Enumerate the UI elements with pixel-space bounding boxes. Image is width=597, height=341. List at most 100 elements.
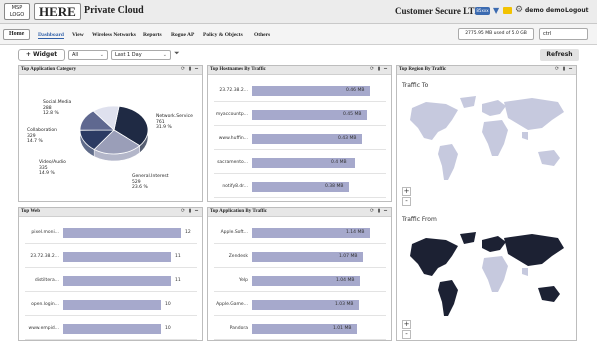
bar-value: 1.04 MB: [336, 278, 355, 283]
bar[interactable]: [63, 252, 171, 262]
bar-label: 23.72.38.2...: [30, 254, 59, 259]
logout-link[interactable]: Logout: [565, 7, 589, 14]
funnel-icon[interactable]: ⏷: [174, 49, 180, 58]
top-header: MSP LOGO HERE Private Cloud Customer Sec…: [0, 0, 597, 24]
panel-controls[interactable]: ⟳ ▮ ━: [370, 208, 388, 214]
bar[interactable]: [63, 324, 161, 334]
bar-row[interactable]: sacramento... 0.4 MB: [208, 158, 391, 168]
tab-dashboard[interactable]: Dashboard: [38, 32, 64, 39]
bar-label: sacramento...: [217, 160, 248, 165]
bar-value: 0.45 MB: [343, 112, 362, 117]
bar-label: Zendesk: [228, 254, 248, 259]
bar-value: 11: [175, 254, 181, 259]
hostnames-panel: Top Hostnames By Traffic ⟳ ▮ ━ 23.72.38.…: [207, 65, 392, 202]
pie-label-general-interest: General.Interest 529 23.6 %: [132, 174, 169, 190]
region-panel: Top Region By Traffic ⟳ ▮ ━ Traffic To +…: [396, 65, 577, 341]
panel-title: Top Application By Traffic: [210, 209, 268, 214]
pie-label-network-service: Network.Service 761 31.9 %: [156, 114, 193, 130]
panel-controls[interactable]: ⟳ ▮ ━: [370, 66, 388, 72]
panel-header: Top Web ⟳ ▮ ━: [19, 208, 202, 217]
row-separator: [25, 315, 197, 316]
bar-label: Yelp: [238, 278, 248, 283]
panel-controls[interactable]: ⟳ ▮ ━: [181, 66, 199, 72]
bar-value: 1.07 MB: [339, 254, 358, 259]
bar-row[interactable]: Zendesk 1.07 MB: [208, 252, 391, 262]
row-separator: [214, 125, 386, 126]
bar-value: 0.46 MB: [346, 88, 365, 93]
add-widget-button[interactable]: + Widget: [18, 49, 65, 61]
row-separator: [214, 291, 386, 292]
filter-select-value: All: [72, 52, 79, 58]
tab-rogue-ap[interactable]: Rogue AP: [171, 32, 194, 38]
row-separator: [214, 315, 386, 316]
panel-title: Top Web: [21, 209, 41, 214]
bar-value: 0.43 MB: [338, 136, 357, 141]
alert-badge[interactable]: 85xxx: [475, 7, 490, 15]
tab-policy-objects[interactable]: Policy & Objects: [203, 32, 243, 38]
gear-icon[interactable]: ⚙: [515, 5, 523, 15]
pie-label-social-media: Social.Media 288 12.8 %: [43, 100, 72, 116]
traffic-from-title: Traffic From: [402, 216, 437, 223]
bar-value: 11: [175, 278, 181, 283]
map-to-zoom-in[interactable]: +: [402, 187, 411, 196]
tab-others[interactable]: Others: [254, 32, 270, 38]
pie-label-collaboration: Collaboration 329 14.7 %: [27, 128, 57, 144]
bar-row[interactable]: Pandora 1.01 MB: [208, 324, 391, 334]
map-from-zoom-in[interactable]: +: [402, 320, 411, 329]
tab-wireless-networks[interactable]: Wireless Networks: [92, 32, 136, 38]
panel-title: Top Region By Traffic: [399, 67, 447, 72]
tab-view[interactable]: View: [72, 32, 84, 38]
refresh-button[interactable]: Refresh: [540, 49, 579, 61]
filter-icon[interactable]: ▼: [493, 6, 499, 15]
traffic-from-map[interactable]: [402, 230, 574, 320]
bar-row[interactable]: 23.72.38.2... 0.46 MB: [208, 86, 391, 96]
user-menu[interactable]: demo demo: [525, 7, 565, 14]
row-separator: [214, 243, 386, 244]
bar-label: notify8.dr...: [222, 184, 248, 189]
nav-bar: Home Dashboard View Wireless Networks Re…: [0, 24, 597, 45]
row-separator: [25, 267, 197, 268]
bar-row[interactable]: myaccountp... 0.45 MB: [208, 110, 391, 120]
home-button[interactable]: Home: [3, 29, 31, 40]
bar[interactable]: [63, 228, 181, 238]
tab-reports[interactable]: Reports: [143, 32, 162, 38]
bar-label: distiltera...: [34, 278, 59, 283]
storage-quota: 2775.95 MB used of 5.0 GB: [458, 28, 534, 40]
bar-row[interactable]: Apple.Game... 1.03 MB: [208, 300, 391, 310]
panel-header: Top Application By Traffic ⟳ ▮ ━: [208, 208, 391, 217]
bar-row[interactable]: distiltera... 11: [19, 276, 202, 286]
panel-controls[interactable]: ⟳ ▮ ━: [181, 208, 199, 214]
time-range-select[interactable]: Last 1 Day ⌄: [111, 50, 171, 60]
app-traffic-panel: Top Application By Traffic ⟳ ▮ ━ Apple.S…: [207, 207, 392, 341]
app-title: Private Cloud: [84, 5, 144, 16]
bar-row[interactable]: Yelp 1.04 MB: [208, 276, 391, 286]
bar-row[interactable]: Apple.Soft... 1.14 MB: [208, 228, 391, 238]
map-to-zoom-out[interactable]: -: [402, 197, 411, 206]
bar-row[interactable]: pixel.moni... 12: [19, 228, 202, 238]
bar-value: 0.4 MB: [331, 160, 347, 165]
panel-controls[interactable]: ⟳ ▮ ━: [555, 66, 573, 72]
bar-row[interactable]: 23.72.38.2... 11: [19, 252, 202, 262]
map-from-zoom-out[interactable]: -: [402, 330, 411, 339]
bar[interactable]: [63, 276, 171, 286]
bar-row[interactable]: www.empid... 10: [19, 324, 202, 334]
bar-value: 10: [165, 326, 171, 331]
traffic-to-title: Traffic To: [402, 82, 429, 89]
bar[interactable]: [63, 300, 161, 310]
traffic-to-map[interactable]: [402, 94, 574, 184]
filter-select[interactable]: All ⌄: [68, 50, 108, 60]
bar-value: 10: [165, 302, 171, 307]
bar-row[interactable]: www.huffin... 0.43 MB: [208, 134, 391, 144]
app-category-panel: Top Application Category ⟳ ▮ ━ Social.Me…: [18, 65, 203, 202]
bar-label: myaccountp...: [215, 112, 248, 117]
row-separator: [214, 149, 386, 150]
mail-icon[interactable]: [503, 7, 512, 14]
bar-row[interactable]: notify8.dr... 0.38 MB: [208, 182, 391, 192]
bar-row[interactable]: open.login... 10: [19, 300, 202, 310]
bar-label: www.huffin...: [218, 136, 248, 141]
msp-logo: MSP LOGO: [4, 3, 30, 20]
search-input[interactable]: ctrl: [539, 28, 588, 40]
panel-title: Top Application Category: [21, 67, 77, 72]
bar-label: 23.72.38.2...: [219, 88, 248, 93]
customer-name[interactable]: Customer Secure LTD: [395, 6, 481, 16]
